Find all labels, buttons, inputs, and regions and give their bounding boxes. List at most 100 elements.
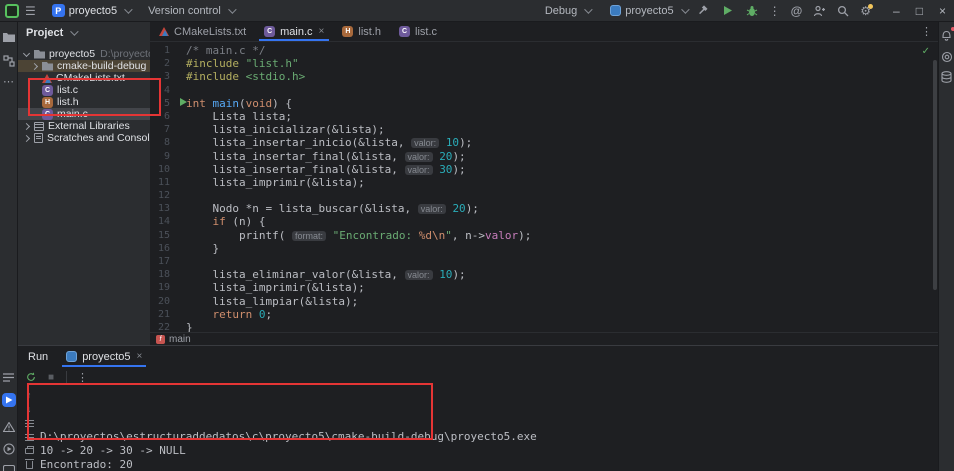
down-stacktrace-icon[interactable]: ↓ — [24, 404, 34, 414]
tree-item-scratches-and-consoles[interactable]: Scratches and Consoles — [18, 132, 150, 144]
tree-item-label: list.h — [57, 96, 79, 108]
tab-cmakelists-txt[interactable]: CMakeLists.txt — [150, 22, 255, 41]
run-line-icon[interactable] — [180, 98, 187, 107]
run-config-tab-icon — [66, 351, 78, 362]
tab-label: main.c — [280, 25, 313, 38]
code-token: ); — [465, 202, 479, 216]
search-everywhere-icon[interactable] — [836, 4, 850, 18]
ai-chat-tool-icon[interactable] — [940, 50, 954, 64]
code-token: %d\n — [418, 228, 446, 242]
version-control-widget[interactable]: Version control — [148, 5, 237, 17]
h-file-icon: H — [342, 26, 354, 37]
breadcrumb-item[interactable]: main — [169, 334, 191, 345]
soft-wrap-icon[interactable] — [24, 418, 34, 428]
line-number: 1 — [163, 45, 170, 56]
notifications-bell-icon[interactable] — [940, 27, 954, 42]
rerun-icon[interactable] — [26, 372, 36, 382]
c-file-icon: C — [42, 84, 53, 96]
tree-item-list-c[interactable]: Clist.c — [18, 84, 150, 96]
tree-item-cmakelists-txt[interactable]: CMakeLists.txt — [18, 72, 150, 84]
code-token: printf( — [186, 228, 292, 242]
code-text: lista_imprimir(&lista); — [176, 176, 364, 189]
editor-scrollbar[interactable] — [933, 60, 937, 290]
chevron-right-icon[interactable] — [22, 122, 31, 130]
chevron-right-icon[interactable] — [30, 62, 39, 70]
tree-item-list-h[interactable]: Hlist.h — [18, 96, 150, 108]
window-maximize-button[interactable]: □ — [916, 4, 923, 18]
problems-tool-icon[interactable] — [2, 420, 16, 434]
code-token: int — [186, 96, 206, 110]
project-panel-header[interactable]: Project — [18, 22, 150, 39]
code-line-2: 2 #include "list.h" — [150, 57, 932, 70]
code-text: lista_insertar_inicio(&lista, valor: 10)… — [176, 136, 472, 149]
more-tool-windows-icon[interactable]: ⋯ — [2, 74, 16, 88]
code-line-20: 20 lista_limpiar(&lista); — [150, 295, 932, 308]
folder-icon — [42, 61, 53, 71]
code-line-5: 5 int main(void) { — [150, 97, 932, 110]
clear-all-icon[interactable] — [24, 459, 34, 470]
database-tool-icon[interactable] — [940, 70, 954, 84]
tree-item-cmake-build-debug[interactable]: cmake-build-debug — [18, 60, 150, 72]
tab-options-icon[interactable]: ⋮ — [921, 25, 932, 38]
print-icon[interactable] — [24, 446, 34, 456]
close-icon[interactable]: × — [137, 351, 143, 362]
inlay-hint: valor: — [417, 204, 446, 215]
code-token: ); — [452, 162, 466, 176]
chevron-right-icon[interactable] — [22, 134, 31, 142]
tree-item-proyecto5[interactable]: proyecto5 D:\proyectos\estructura — [18, 48, 150, 60]
code-text: #include <stdio.h> — [176, 70, 305, 83]
code-line-21: 21 return 0; — [150, 308, 932, 321]
console-line-3: Encontrado: 20 — [40, 458, 133, 471]
close-icon[interactable]: × — [319, 26, 325, 37]
debug-mode-dropdown[interactable]: Debug — [545, 5, 593, 17]
tab-list-c[interactable]: Clist.c — [390, 22, 446, 41]
c-file-icon: C — [42, 108, 53, 120]
chevron-down-icon[interactable] — [22, 49, 31, 57]
up-stacktrace-icon[interactable]: ↑ — [24, 390, 34, 400]
tree-item-main-c[interactable]: Cmain.c — [18, 108, 150, 120]
code-text: lista_eliminar_valor(&lista, valor: 10); — [176, 268, 465, 281]
run-config-tab[interactable]: proyecto5 × — [62, 346, 147, 367]
project-widget[interactable]: P proyecto5 — [51, 4, 133, 17]
run-panel-toolbar: ■ ⋮ — [18, 367, 938, 384]
services-tool-icon[interactable] — [2, 442, 16, 456]
code-text: return 0; — [176, 308, 273, 321]
run-button-icon[interactable] — [721, 4, 735, 18]
console-line-2: 10 -> 20 -> 30 -> NULL — [40, 444, 186, 457]
scroll-to-end-icon[interactable] — [24, 432, 34, 442]
inlay-hint: format: — [291, 230, 326, 241]
editor-area: CMakeLists.txt Cmain.c × Hlist.h Clist.c ⋮ ✓… — [150, 22, 938, 345]
tree-item-external-libraries[interactable]: External Libraries — [18, 120, 150, 132]
build-hammer-icon[interactable] — [697, 4, 711, 18]
more-actions-icon[interactable]: ⋮ — [769, 5, 781, 17]
ai-assistant-icon[interactable]: @ — [791, 5, 803, 17]
function-icon: f — [156, 334, 165, 344]
stop-icon[interactable]: ■ — [46, 372, 56, 383]
settings-gear-icon[interactable]: ⚙ — [860, 3, 874, 17]
run-more-options-icon[interactable]: ⋮ — [77, 371, 88, 384]
window-minimize-button[interactable]: – — [893, 4, 900, 18]
window-close-button[interactable]: × — [939, 4, 946, 18]
project-widget-label: proyecto5 — [68, 4, 118, 17]
main-menu-icon[interactable]: ☰ — [25, 5, 36, 17]
code-with-me-icon[interactable] — [812, 4, 826, 18]
cmake-icon — [159, 27, 169, 36]
tab-main-c[interactable]: Cmain.c × — [255, 22, 333, 41]
code-text: lista_imprimir(&lista); — [176, 281, 364, 294]
tab-list-h[interactable]: Hlist.h — [333, 22, 390, 41]
project-tool-icon[interactable] — [2, 30, 16, 44]
code-text: lista_inicializar(&lista); — [176, 123, 384, 136]
commit-tool-icon[interactable] — [2, 54, 16, 68]
code-line-1: 1 /* main.c */ — [150, 44, 932, 57]
console-output[interactable]: D:\proyectos\estructuraddedatos\c\proyec… — [40, 388, 938, 471]
project-tool-window: Project proyecto5 D:\proyectos\estructura… — [18, 22, 150, 345]
debug-button-icon[interactable] — [745, 4, 759, 18]
todo-tool-icon[interactable] — [2, 370, 16, 384]
tree-item-path: D:\proyectos\estructura — [100, 48, 150, 60]
line-number: 10 — [157, 163, 170, 175]
code-editor[interactable]: 1 /* main.c */ 2 #include "list.h" 3 #include… — [150, 43, 932, 332]
run-config-dropdown[interactable]: proyecto5 — [610, 5, 690, 17]
run-tool-icon[interactable] — [1, 393, 16, 407]
terminal-tool-icon[interactable] — [2, 463, 16, 471]
